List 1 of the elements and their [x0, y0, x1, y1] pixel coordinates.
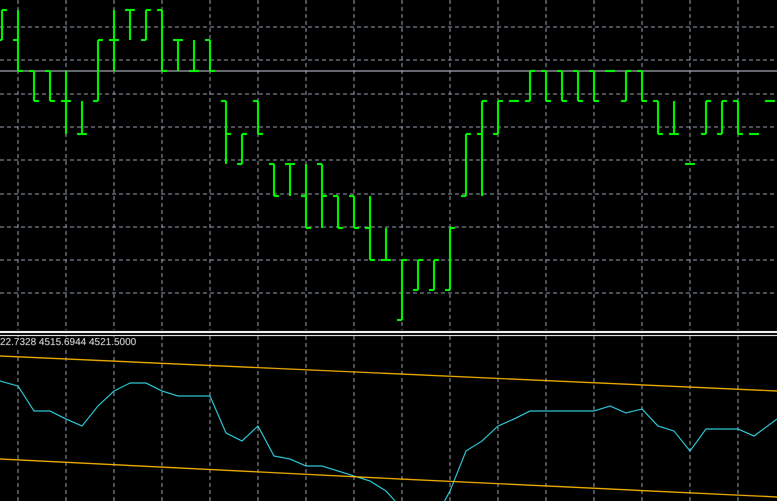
indicator-readout: 22.7328 4515.6944 4521.5000	[0, 337, 136, 349]
